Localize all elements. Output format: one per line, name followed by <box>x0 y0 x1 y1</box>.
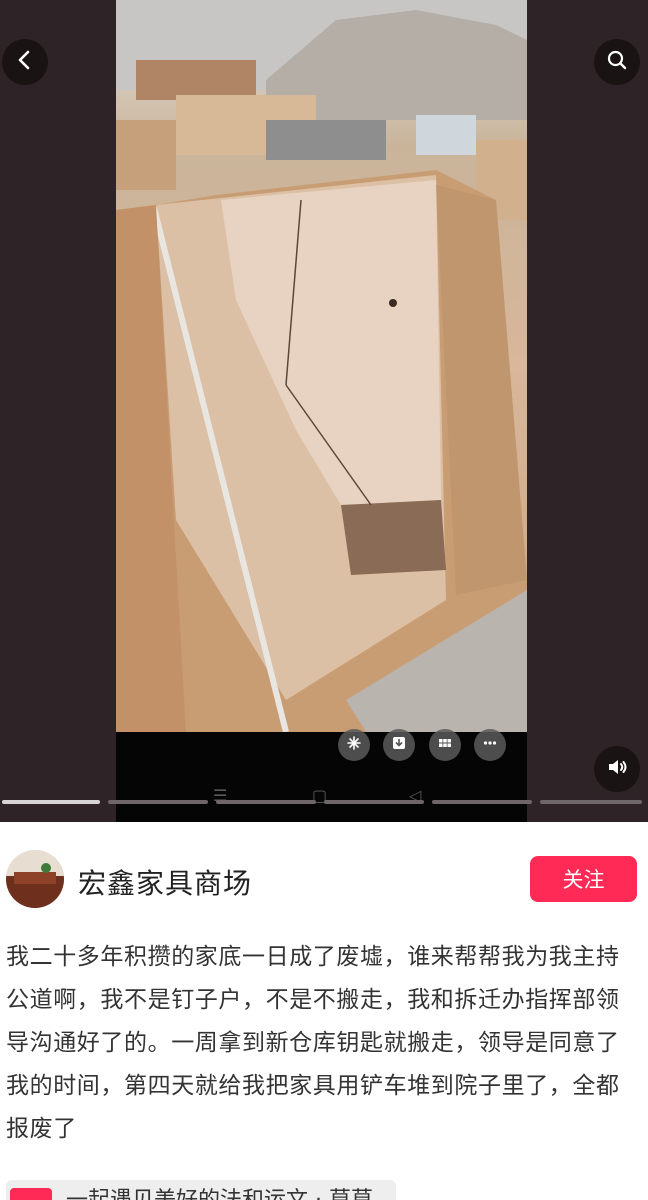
sparkle-icon <box>345 734 363 756</box>
back-button[interactable] <box>2 39 48 85</box>
related-tag-label: 一起遇见美好的法和运文 · 莫莫 <box>66 1182 373 1200</box>
search-icon <box>605 48 629 76</box>
speaker-icon <box>605 755 629 783</box>
story-progress <box>0 800 648 806</box>
related-tag[interactable]: 一起遇见美好的法和运文 · 莫莫 <box>6 1180 396 1200</box>
avatar-image <box>6 850 64 908</box>
author-row: 宏鑫家具商场 关注 <box>0 848 648 914</box>
system-nav-keys: ☰ ▢ ◁ <box>116 786 527 810</box>
avatar[interactable] <box>6 850 64 908</box>
tag-icon <box>10 1188 52 1200</box>
progress-segment <box>216 800 316 804</box>
download-button[interactable] <box>383 729 415 761</box>
search-button[interactable] <box>594 39 640 85</box>
progress-segment <box>540 800 642 804</box>
chevron-left-icon <box>13 48 37 76</box>
more-icon <box>481 734 499 756</box>
grid-button[interactable] <box>429 729 461 761</box>
grid-icon <box>436 734 454 756</box>
post-caption: 我二十多年积攒的家底一日成了废墟，谁来帮帮我为我主持公道啊，我不是钉子户，不是不… <box>6 944 620 1142</box>
video-viewer: ☰ ▢ ◁ <box>0 0 648 822</box>
follow-button[interactable]: 关注 <box>530 856 637 902</box>
progress-segment <box>324 800 424 804</box>
progress-segment <box>108 800 208 804</box>
progress-segment <box>2 800 100 804</box>
sparkle-button[interactable] <box>338 729 370 761</box>
progress-segment <box>432 800 532 804</box>
video-frame[interactable] <box>116 0 527 732</box>
download-icon <box>390 734 408 756</box>
author-name[interactable]: 宏鑫家具商场 <box>78 862 252 902</box>
sound-button[interactable] <box>594 746 640 792</box>
video-content-image <box>116 0 527 732</box>
more-button[interactable] <box>474 729 506 761</box>
